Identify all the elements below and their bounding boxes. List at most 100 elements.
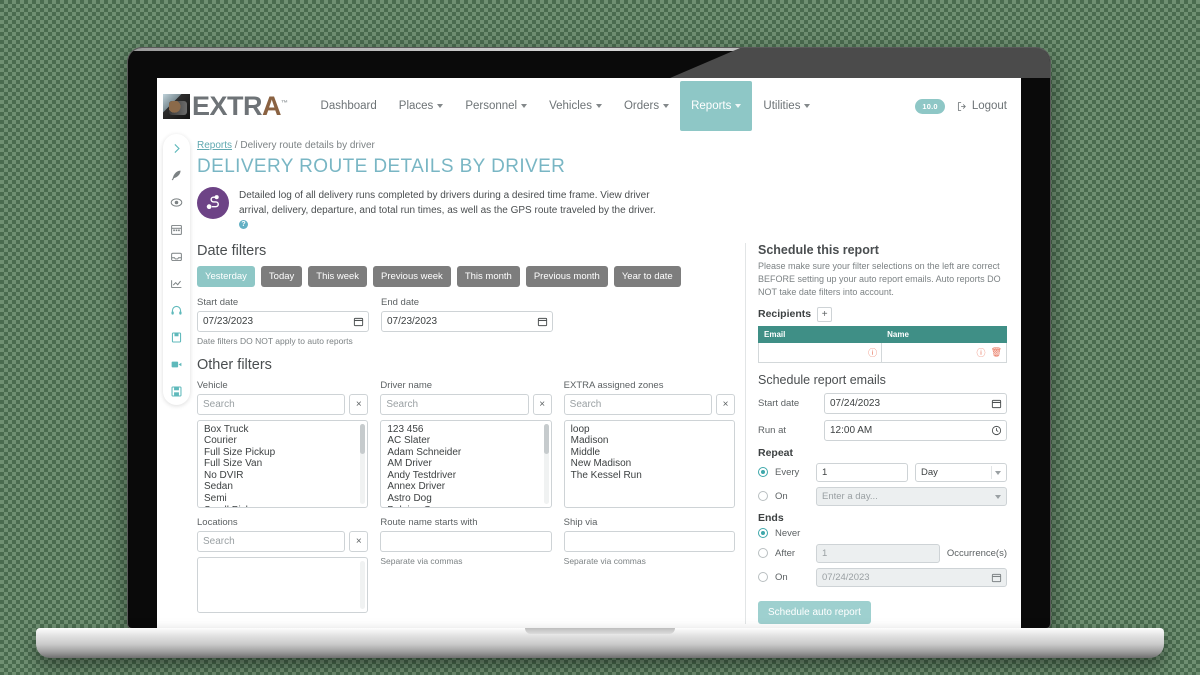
driver-scrollbar-thumb[interactable] (543, 423, 549, 454)
list-item[interactable]: Madison (565, 435, 734, 447)
schedule-auto-report-button[interactable]: Schedule auto report (758, 600, 871, 624)
driver-clear-button[interactable]: × (532, 393, 552, 415)
help-icon[interactable]: ? (239, 219, 248, 229)
lid-gloss-highlight (670, 48, 1050, 78)
sidebar-item-save[interactable] (169, 383, 185, 399)
list-item[interactable]: The Kessel Run (565, 470, 734, 482)
nav-item-reports[interactable]: Reports (680, 81, 753, 131)
nav-item-orders[interactable]: Orders (613, 91, 680, 121)
date-chip-this-month[interactable]: This month (456, 265, 520, 287)
end-date-input[interactable] (381, 310, 553, 332)
locations-clear-button[interactable]: × (349, 530, 369, 552)
list-item[interactable]: Semi (198, 493, 367, 505)
list-item[interactable]: Adam Schneider (381, 447, 550, 459)
route-name-input[interactable] (380, 530, 552, 552)
vehicle-listbox[interactable]: Box Truck Courier Full Size Pickup Full … (197, 419, 369, 508)
list-item[interactable]: Andy Testdriver (381, 470, 550, 482)
zones-filter: EXTRA assigned zones × loop Madison (563, 379, 735, 508)
driver-listbox[interactable]: 123 456 AC Slater Adam Schneider AM Driv… (380, 419, 552, 508)
zones-options: loop Madison Middle New Madison The Kess… (565, 424, 734, 482)
sidebar-item-inbox[interactable] (169, 248, 185, 264)
repeat-label: Repeat (758, 446, 794, 459)
report-description: Detailed log of all delivery runs comple… (239, 187, 659, 233)
ends-after-label: After (775, 547, 796, 559)
ends-on-input[interactable] (816, 567, 1007, 587)
list-item[interactable]: Annex Driver (381, 481, 550, 493)
vehicle-clear-button[interactable]: × (349, 393, 369, 415)
vehicle-scrollbar-thumb[interactable] (360, 423, 366, 454)
ship-via-input[interactable] (563, 530, 735, 552)
list-item[interactable]: Box Truck (198, 424, 367, 436)
locations-search-input[interactable] (197, 530, 346, 552)
repeat-on-select[interactable]: Enter a day... (816, 486, 1007, 506)
vehicle-search-input[interactable] (197, 393, 346, 415)
recipient-name-cell[interactable]: ⓘ 🗑 (881, 341, 1007, 363)
list-item[interactable]: Belgian Guy (381, 505, 550, 507)
ends-never-radio[interactable] (758, 528, 768, 539)
list-item[interactable]: AC Slater (381, 435, 550, 447)
recipient-email-cell[interactable]: ⓘ (757, 341, 883, 363)
add-recipient-button[interactable]: + (817, 306, 833, 322)
list-item[interactable]: 123 456 (381, 424, 550, 436)
nav-item-dashboard[interactable]: Dashboard (310, 91, 388, 121)
date-chip-previous-week[interactable]: Previous week (373, 265, 451, 287)
date-chip-yesterday[interactable]: Yesterday (197, 265, 255, 287)
nav-item-personnel[interactable]: Personnel (454, 91, 538, 121)
date-chip-this-week[interactable]: This week (308, 265, 368, 287)
repeat-unit-select[interactable]: Day (915, 462, 1007, 482)
list-item[interactable]: Middle (565, 447, 734, 459)
repeat-interval-input[interactable] (816, 462, 908, 482)
driver-search-input[interactable] (380, 393, 529, 415)
list-item[interactable]: Full Size Pickup (198, 447, 367, 459)
breadcrumb-link-reports[interactable]: Reports (197, 140, 232, 151)
vehicle-label: Vehicle (197, 379, 228, 391)
list-item[interactable]: Sedan (198, 481, 367, 493)
zones-label: EXTRA assigned zones (563, 379, 664, 391)
zones-clear-button[interactable]: × (715, 393, 735, 415)
schedule-run-at-input[interactable] (824, 419, 1007, 441)
ends-after-input[interactable] (816, 543, 940, 563)
repeat-on-radio[interactable] (758, 491, 768, 502)
zones-listbox[interactable]: loop Madison Middle New Madison The Kess… (563, 419, 735, 508)
delete-recipient-icon[interactable]: 🗑 (991, 347, 1002, 358)
sidebar-item-docs[interactable] (169, 329, 185, 345)
chevron-down-icon (804, 103, 811, 108)
schedule-start-date-row: Start date (758, 392, 1007, 414)
extra-logo[interactable]: EXTRA™ (163, 90, 288, 121)
logo-text-accent: A (262, 90, 282, 121)
repeat-every-radio[interactable] (758, 467, 768, 478)
laptop-base (36, 628, 1164, 658)
nav-item-utilities[interactable]: Utilities (752, 91, 821, 121)
sidebar-item-rocket[interactable] (169, 167, 185, 183)
sidebar-item-reports-chart[interactable] (169, 275, 185, 291)
list-item[interactable]: No DVIR (198, 470, 367, 482)
list-item[interactable]: New Madison (565, 458, 734, 470)
list-item[interactable]: Astro Dog (381, 493, 550, 505)
list-item[interactable]: AM Driver (381, 458, 550, 470)
list-item[interactable]: Small Pickup (198, 505, 367, 507)
locations-listbox[interactable] (197, 556, 369, 613)
sidebar-item-support[interactable] (169, 302, 185, 318)
sidebar-item-calendar[interactable] (169, 221, 185, 237)
start-date-input[interactable] (197, 310, 369, 332)
driver-search-row: × (380, 393, 552, 415)
date-chip-year-to-date[interactable]: Year to date (613, 265, 681, 287)
list-item[interactable]: Courier (198, 435, 367, 447)
list-item[interactable]: Full Size Van (198, 458, 367, 470)
end-date-field (381, 310, 553, 332)
logout-button[interactable]: Logout (957, 100, 1007, 112)
sidebar-item-watch[interactable] (169, 194, 185, 210)
ends-on-radio[interactable] (758, 572, 768, 583)
nav-item-places[interactable]: Places (388, 91, 455, 121)
ends-after-radio[interactable] (758, 548, 768, 559)
sidebar-item-video[interactable] (169, 356, 185, 372)
top-navigation-bar: EXTRA™ Dashboard Places Personnel Vehicl… (157, 78, 1021, 134)
date-chip-today[interactable]: Today (260, 265, 303, 287)
schedule-start-date-input[interactable] (824, 392, 1007, 414)
list-item[interactable]: loop (565, 424, 734, 436)
date-chip-previous-month[interactable]: Previous month (525, 265, 608, 287)
sidebar-item-expand[interactable] (169, 140, 185, 156)
page-title: DELIVERY ROUTE DETAILS BY DRIVER (197, 156, 566, 177)
zones-search-input[interactable] (563, 393, 712, 415)
nav-item-vehicles[interactable]: Vehicles (538, 91, 613, 121)
